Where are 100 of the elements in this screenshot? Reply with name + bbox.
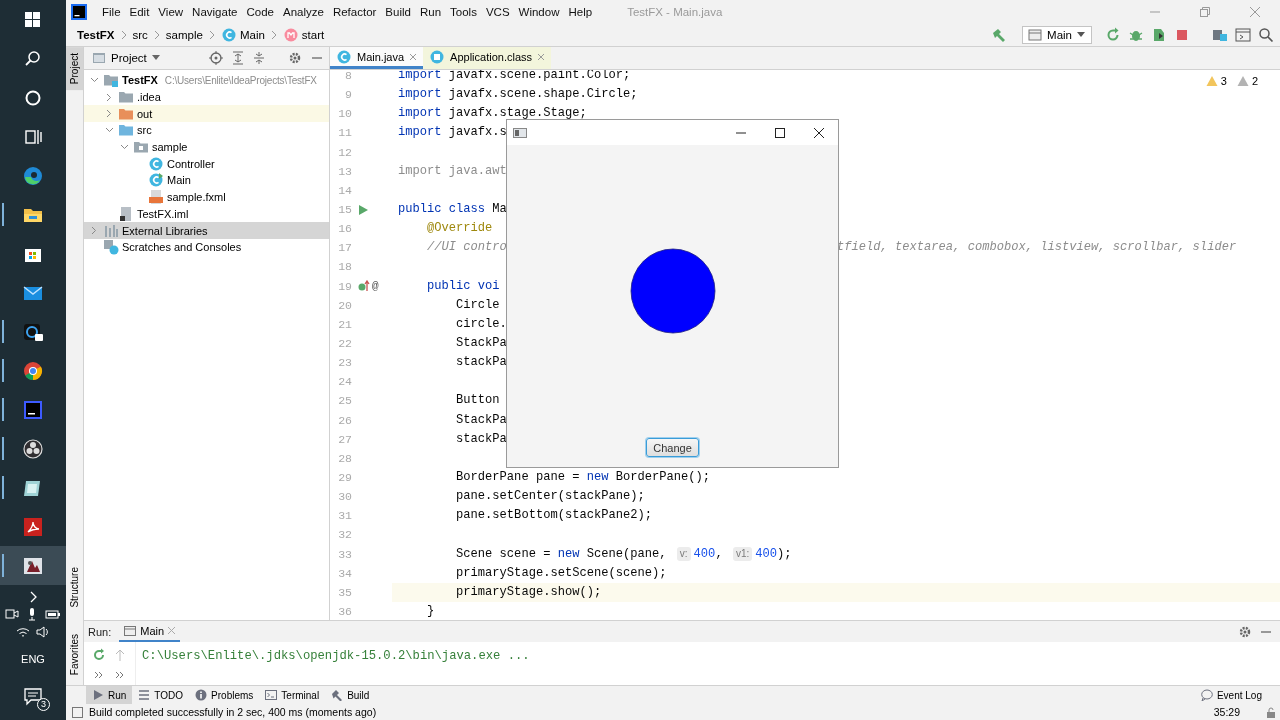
menu-item[interactable]: Code — [242, 6, 278, 18]
breadcrumb[interactable]: start — [301, 29, 325, 41]
weak-warning-icon[interactable] — [1236, 75, 1249, 87]
line-number: 11 — [337, 125, 352, 142]
tool-window-button[interactable]: Problems — [189, 686, 260, 704]
annotation-marker[interactable]: @ — [372, 276, 379, 296]
code-line: stackPa — [455, 354, 507, 372]
search-icon[interactable] — [1258, 27, 1274, 43]
coverage-icon[interactable] — [1151, 27, 1167, 43]
tree-row[interactable]: TestFX C:\Users\Enlite\IdeaProjects\TestFX — [84, 72, 329, 89]
breadcrumb[interactable]: TestFX — [75, 29, 117, 41]
menu-item[interactable]: Tools — [446, 6, 481, 18]
tree-label: sample.fxml — [167, 191, 226, 204]
code-line: public class Ma — [398, 201, 507, 218]
menu-item[interactable]: VCS — [481, 6, 514, 18]
project-icon — [92, 51, 106, 65]
tool-window-tab[interactable]: Structure — [66, 561, 83, 614]
document-icon — [22, 515, 44, 538]
locate-icon[interactable] — [209, 51, 223, 65]
language-indicator[interactable]: ENG — [21, 653, 45, 665]
rerun-icon[interactable] — [1105, 27, 1121, 43]
tree-row[interactable]: Scratches and Consoles — [84, 238, 329, 256]
line-number: 27 — [337, 431, 352, 448]
caret-position[interactable]: 35:29 — [1213, 706, 1240, 718]
volume-icon[interactable] — [36, 625, 50, 639]
breadcrumb[interactable]: sample — [163, 29, 205, 41]
lock-icon[interactable] — [1266, 706, 1276, 718]
restore-icon — [1200, 7, 1210, 17]
tool-window-tab[interactable]: Project — [66, 47, 83, 91]
menu-item[interactable]: View — [154, 6, 188, 18]
project-view-selector[interactable]: Project — [92, 51, 160, 65]
change-button[interactable]: Change — [646, 438, 699, 457]
run-icon[interactable] — [358, 204, 368, 215]
more-icon[interactable] — [93, 670, 104, 679]
editor-tab[interactable]: Application.class — [423, 47, 551, 69]
tree-row[interactable]: External Libraries — [84, 222, 329, 239]
chevron-right-icon — [153, 30, 160, 40]
line-number: 14 — [337, 182, 352, 199]
tree-label: Controller — [167, 157, 215, 170]
menu-item[interactable]: Analyze — [278, 6, 328, 18]
close-icon — [1250, 7, 1260, 17]
camera-icon[interactable] — [5, 607, 19, 621]
menu-item[interactable]: Refactor — [328, 6, 381, 18]
code-line: import javafx.scene.shape.Circle; — [398, 86, 638, 104]
tree-row[interactable]: TestFX.iml — [84, 205, 329, 223]
inlay-hint: v: — [676, 547, 691, 562]
settings-icon[interactable] — [1238, 624, 1252, 639]
taskbar-button[interactable] — [0, 546, 66, 585]
wifi-icon[interactable] — [16, 625, 30, 639]
tree-row[interactable]: out — [84, 105, 329, 123]
breadcrumb[interactable]: src — [130, 29, 150, 41]
tool-window-button[interactable]: Terminal — [259, 686, 326, 704]
window-title: TestFX - Main.java — [627, 6, 723, 18]
build-icon[interactable] — [991, 27, 1008, 43]
menu-item[interactable]: Navigate — [188, 6, 242, 18]
notification-icon[interactable] — [22, 685, 44, 707]
collapse-all-icon[interactable] — [253, 51, 265, 65]
breadcrumb[interactable]: Main — [239, 29, 265, 41]
rerun-icon[interactable] — [91, 648, 106, 663]
expand-all-icon[interactable] — [232, 51, 244, 65]
close-icon[interactable] — [537, 52, 545, 61]
browser-icon — [22, 164, 44, 187]
code-line: public voi — [426, 277, 500, 295]
tree-row[interactable]: .idea — [84, 88, 329, 106]
run-config-dropdown[interactable]: Main — [1022, 26, 1092, 44]
line-number: 17 — [337, 240, 352, 257]
menu-item[interactable]: Window — [514, 6, 564, 18]
chevron-down-icon[interactable] — [104, 127, 114, 134]
menu-item[interactable]: Build — [381, 6, 415, 18]
tool-window-button[interactable]: Event Log — [1194, 686, 1268, 704]
tree-row[interactable]: src — [84, 122, 329, 139]
tree-row[interactable]: sample.fxml — [84, 188, 329, 206]
warning-count[interactable]: 2 — [1251, 75, 1258, 87]
tree-row[interactable]: Main — [84, 172, 329, 189]
menu-item[interactable]: Edit — [125, 6, 154, 18]
stop-icon[interactable] — [1174, 27, 1190, 43]
project-structure-icon[interactable] — [1212, 27, 1228, 43]
panel-toggle-icon[interactable] — [72, 706, 83, 718]
menu-item[interactable]: File — [98, 6, 125, 18]
chevron-down-icon[interactable] — [119, 144, 129, 151]
tool-window-button[interactable]: Build — [325, 686, 376, 704]
warning-count[interactable]: 3 — [1220, 75, 1227, 87]
editor-tab[interactable]: Main.java — [330, 47, 424, 69]
menu-item[interactable]: Help — [564, 6, 597, 18]
tool-window-button[interactable]: Run — [86, 686, 133, 704]
tool-window-tab[interactable]: Favorites — [66, 627, 83, 681]
tool-window-button[interactable]: TODO — [132, 686, 190, 704]
more-icon[interactable] — [115, 670, 126, 679]
battery-icon[interactable] — [45, 607, 61, 621]
code-line: import javafx.s — [398, 124, 507, 142]
settings-icon[interactable] — [288, 51, 302, 65]
chevron-down-icon[interactable] — [89, 77, 99, 84]
chevron-right-icon[interactable] — [28, 591, 38, 603]
tree-row[interactable]: Controller — [84, 155, 329, 173]
menu-item[interactable]: Run — [415, 6, 446, 18]
window-icon[interactable] — [1235, 27, 1251, 43]
run-tab[interactable]: Main — [119, 621, 181, 642]
override-icon[interactable] — [358, 280, 370, 293]
tree-row[interactable]: sample — [84, 138, 329, 156]
close-icon[interactable] — [409, 52, 418, 61]
